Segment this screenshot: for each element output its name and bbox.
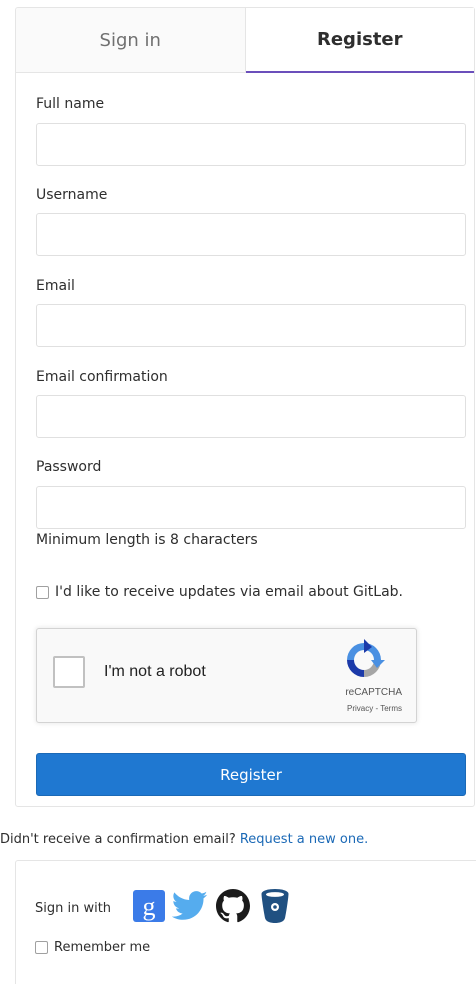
username-label: Username	[36, 187, 108, 203]
omniauth-section: Sign in with g Remember me	[15, 860, 476, 984]
sign-in-with-label: Sign in with	[35, 901, 112, 916]
username-input[interactable]	[36, 213, 466, 256]
remember-me-checkbox[interactable]	[35, 941, 48, 954]
confirmation-prompt: Didn't receive a confirmation email? Req…	[0, 832, 368, 847]
bitbucket-icon[interactable]	[256, 887, 294, 925]
confirmation-text: Didn't receive a confirmation email?	[0, 832, 240, 847]
email-input[interactable]	[36, 304, 466, 347]
remember-me-label: Remember me	[54, 940, 151, 955]
password-input[interactable]	[36, 486, 466, 529]
recaptcha-logo-icon	[347, 639, 385, 677]
updates-checkbox-label: I'd like to receive updates via email ab…	[55, 584, 404, 600]
auth-tabs: Sign in Register	[16, 8, 474, 73]
recaptcha-label: I'm not a robot	[104, 663, 206, 680]
updates-checkbox-row[interactable]: I'd like to receive updates via email ab…	[36, 584, 403, 600]
tab-register[interactable]: Register	[245, 8, 474, 73]
password-hint: Minimum length is 8 characters	[36, 532, 258, 548]
recaptcha-brand: reCAPTCHA	[345, 687, 402, 698]
tab-sign-in[interactable]: Sign in	[16, 8, 246, 73]
password-label: Password	[36, 459, 102, 475]
auth-card: Sign in Register Full name Username Emai…	[15, 7, 475, 807]
recaptcha-links[interactable]: Privacy - Terms	[347, 704, 402, 713]
email-label: Email	[36, 278, 75, 294]
remember-me-row[interactable]: Remember me	[35, 940, 150, 955]
full-name-label: Full name	[36, 96, 105, 112]
github-icon[interactable]	[214, 887, 252, 925]
full-name-input[interactable]	[36, 123, 466, 166]
recaptcha-checkbox[interactable]	[53, 656, 85, 688]
email-confirmation-label: Email confirmation	[36, 369, 168, 385]
twitter-icon[interactable]	[171, 887, 209, 925]
email-confirmation-input[interactable]	[36, 395, 466, 438]
updates-checkbox[interactable]	[36, 585, 49, 599]
svg-text:g: g	[143, 892, 156, 921]
request-confirmation-link[interactable]: Request a new one.	[240, 832, 368, 847]
recaptcha-widget: I'm not a robot reCAPTCHA Privacy - Term…	[36, 628, 417, 723]
register-button[interactable]: Register	[36, 753, 466, 796]
google-icon[interactable]: g	[130, 887, 168, 925]
